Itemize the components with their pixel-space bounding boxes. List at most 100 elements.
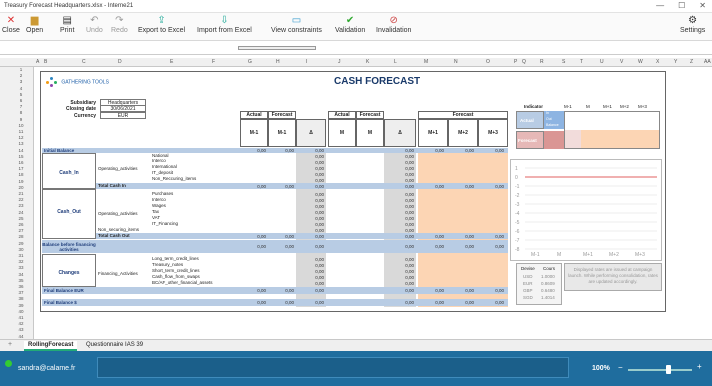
row-number[interactable]: 20 — [14, 185, 28, 190]
zero-cell[interactable]: 0,00 — [386, 288, 414, 293]
row-number[interactable]: 28 — [14, 234, 28, 239]
row-number[interactable]: 41 — [14, 315, 28, 320]
column-letter[interactable]: A — [36, 59, 39, 65]
zero-cell[interactable]: 0,00 — [386, 269, 414, 274]
total-cell[interactable]: 0,00 — [450, 244, 474, 249]
row-number[interactable]: 5 — [14, 92, 28, 97]
total-cell[interactable]: 0,00 — [450, 148, 474, 153]
total-cell[interactable]: 0,00 — [242, 184, 266, 189]
total-cell[interactable]: 0,00 — [480, 300, 504, 305]
zero-cell[interactable]: 0,00 — [386, 234, 414, 239]
total-cell[interactable]: 0,00 — [450, 184, 474, 189]
total-cell[interactable]: 0,00 — [270, 300, 294, 305]
row-number[interactable]: 24 — [14, 210, 28, 215]
row-number[interactable]: 4 — [14, 86, 28, 91]
total-cell[interactable]: 0,00 — [450, 234, 474, 239]
row-number[interactable]: 23 — [14, 203, 28, 208]
zero-cell[interactable]: 0,00 — [298, 300, 324, 305]
column-letter[interactable]: I — [306, 59, 307, 65]
total-cell[interactable]: 0,00 — [420, 234, 444, 239]
total-cell[interactable]: 0,00 — [450, 300, 474, 305]
column-letter[interactable]: N — [454, 59, 458, 65]
row-number[interactable]: 2 — [14, 73, 28, 78]
zero-cell[interactable]: 0,00 — [386, 244, 414, 249]
zero-cell[interactable]: 0,00 — [298, 160, 324, 165]
column-letter[interactable]: X — [656, 59, 659, 65]
zero-cell[interactable]: 0,00 — [298, 192, 324, 197]
zero-cell[interactable]: 0,00 — [386, 160, 414, 165]
column-letter[interactable]: F — [212, 59, 215, 65]
row-number[interactable]: 42 — [14, 321, 28, 326]
row-number[interactable]: 3 — [14, 79, 28, 84]
column-letter[interactable]: P — [514, 59, 517, 65]
zero-cell[interactable]: 0,00 — [298, 222, 324, 227]
row-number[interactable]: 40 — [14, 309, 28, 314]
zero-cell[interactable]: 0,00 — [298, 281, 324, 286]
export-button[interactable]: ⇪ Export to Excel — [138, 15, 185, 34]
zero-cell[interactable]: 0,00 — [298, 172, 324, 177]
zero-cell[interactable]: 0,00 — [386, 154, 414, 159]
column-letter[interactable]: W — [638, 59, 643, 65]
row-number[interactable]: 36 — [14, 284, 28, 289]
zero-cell[interactable]: 0,00 — [386, 210, 414, 215]
maximize-button[interactable]: ☐ — [678, 1, 685, 10]
minimize-button[interactable]: — — [656, 1, 664, 10]
row-number[interactable]: 44 — [14, 334, 28, 339]
row-number[interactable]: 37 — [14, 290, 28, 295]
row-number[interactable]: 13 — [14, 141, 28, 146]
column-letter[interactable]: R — [540, 59, 544, 65]
zero-cell[interactable]: 0,00 — [386, 275, 414, 280]
column-letter[interactable]: E — [170, 59, 173, 65]
row-number[interactable]: 14 — [14, 148, 28, 153]
zoom-level[interactable]: 100% — [592, 365, 610, 372]
zero-cell[interactable]: 0,00 — [298, 244, 324, 249]
invalidation-button[interactable]: ⊘ Invalidation — [376, 15, 411, 34]
zero-cell[interactable]: 0,00 — [386, 228, 414, 233]
zero-cell[interactable]: 0,00 — [298, 198, 324, 203]
row-number[interactable]: 25 — [14, 216, 28, 221]
total-cell[interactable]: 0,00 — [270, 184, 294, 189]
column-letter[interactable]: AA — [704, 59, 711, 65]
import-button[interactable]: ⇩ Import from Excel — [197, 15, 252, 34]
zero-cell[interactable]: 0,00 — [298, 216, 324, 221]
total-cell[interactable]: 0,00 — [420, 244, 444, 249]
total-cell[interactable]: 0,00 — [270, 244, 294, 249]
row-number[interactable]: 39 — [14, 303, 28, 308]
total-cell[interactable]: 0,00 — [270, 288, 294, 293]
row-number[interactable]: 43 — [14, 327, 28, 332]
column-letter[interactable]: J — [338, 59, 341, 65]
total-cell[interactable]: 0,00 — [242, 288, 266, 293]
zoom-slider[interactable] — [628, 369, 692, 371]
row-number[interactable]: 31 — [14, 253, 28, 258]
formula-bar[interactable] — [0, 41, 712, 55]
column-letter[interactable]: T — [580, 59, 583, 65]
zero-cell[interactable]: 0,00 — [298, 288, 324, 293]
column-letter[interactable]: Q — [522, 59, 526, 65]
zero-cell[interactable]: 0,00 — [386, 184, 414, 189]
column-letter[interactable]: Z — [690, 59, 693, 65]
row-number[interactable]: 22 — [14, 197, 28, 202]
zero-cell[interactable]: 0,00 — [298, 210, 324, 215]
total-cell[interactable]: 0,00 — [450, 288, 474, 293]
total-cell[interactable]: 0,00 — [480, 148, 504, 153]
row-number[interactable]: 34 — [14, 272, 28, 277]
row-number[interactable]: 10 — [14, 123, 28, 128]
zero-cell[interactable]: 0,00 — [298, 166, 324, 171]
spreadsheet-grid[interactable]: GATHERING TOOLS CASH FORECAST Subsidiary… — [34, 67, 712, 339]
open-button[interactable]: ▆ Open — [26, 15, 43, 34]
view-constraints-button[interactable]: ▭ View constraints — [271, 15, 322, 34]
zero-cell[interactable]: 0,00 — [298, 178, 324, 183]
column-letter[interactable]: O — [486, 59, 490, 65]
add-sheet-icon[interactable]: + — [8, 341, 12, 348]
tab-rolling-forecast[interactable]: RollingForecast — [24, 341, 78, 351]
row-number[interactable]: 30 — [14, 247, 28, 252]
column-letter[interactable]: D — [118, 59, 122, 65]
zero-cell[interactable]: 0,00 — [386, 222, 414, 227]
row-number[interactable]: 6 — [14, 98, 28, 103]
zero-cell[interactable]: 0,00 — [298, 184, 324, 189]
tab-questionnaire[interactable]: Questionnaire IAS 39 — [82, 341, 147, 351]
zero-cell[interactable]: 0,00 — [386, 192, 414, 197]
row-number[interactable]: 17 — [14, 166, 28, 171]
row-number[interactable]: 1 — [14, 67, 28, 72]
column-letter[interactable]: G — [248, 59, 252, 65]
